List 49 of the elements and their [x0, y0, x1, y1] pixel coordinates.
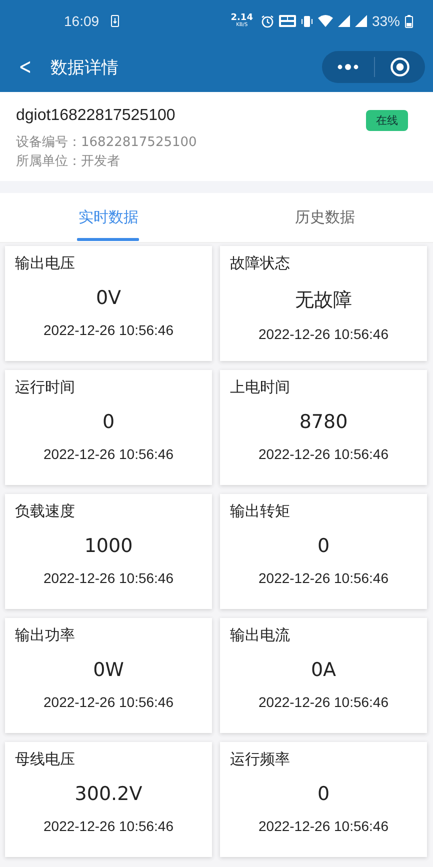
status-badge: 在线: [366, 110, 408, 131]
card-title: 故障状态: [230, 254, 291, 273]
card-timestamp: 2022-12-26 10:56:46: [42, 446, 174, 462]
card-timestamp: 2022-12-26 10:56:46: [258, 326, 390, 342]
tab[interactable]: 实时数据: [0, 193, 216, 242]
device-info-text: 设备编号：16822817525100: [16, 134, 198, 152]
wifi-icon: [318, 15, 333, 27]
card-timestamp: 2022-12-26 10:56:46: [258, 570, 390, 586]
card-value: 无故障: [294, 288, 353, 313]
card-value: 1000: [83, 535, 134, 557]
card-title: 运行时间: [15, 378, 76, 397]
card-title: 运行频率: [230, 750, 291, 769]
card-title: 上电时间: [230, 378, 291, 397]
card-timestamp: 2022-12-26 10:56:46: [258, 818, 390, 834]
card-title: 负载速度: [15, 502, 76, 521]
card-title: 母线电压: [15, 750, 76, 769]
card-timestamp: 2022-12-26 10:56:46: [42, 818, 174, 834]
tab[interactable]: 历史数据: [216, 193, 433, 242]
card-title: 输出功率: [15, 626, 76, 645]
battery-percent: 33%: [372, 13, 400, 29]
download-icon: [111, 15, 120, 27]
card-value: 0A: [310, 659, 338, 681]
card-title: 输出转矩: [230, 502, 291, 521]
card-value: 0: [316, 535, 331, 557]
card-value: 0W: [92, 659, 125, 681]
signal-icon: [354, 15, 367, 27]
card-timestamp: 2022-12-26 10:56:46: [258, 694, 390, 710]
card-value: 0: [316, 783, 331, 805]
network-speed: 2.14: [230, 14, 253, 23]
device-info-text: 所属单位：开发者: [16, 153, 121, 171]
alarm-icon: [260, 14, 274, 28]
card-title: 输出电流: [230, 626, 291, 645]
more-icon[interactable]: [337, 63, 360, 71]
status-time: 16:09: [64, 13, 100, 29]
page-title: 数据详情: [50, 56, 120, 78]
card-timestamp: 2022-12-26 10:56:46: [42, 694, 174, 710]
card-value: 0V: [94, 287, 122, 309]
device-name: dgiot16822817525100: [16, 106, 176, 124]
card-timestamp: 2022-12-26 10:56:46: [258, 446, 390, 462]
back-button[interactable]: <: [16, 54, 34, 80]
card-timestamp: 2022-12-26 10:56:46: [42, 570, 174, 586]
battery-icon: [405, 14, 413, 28]
vibrate-icon: [300, 14, 313, 28]
card-value: 8780: [298, 411, 349, 433]
signal-icon: [338, 15, 350, 27]
card-title: 输出电压: [15, 254, 76, 273]
card-timestamp: 2022-12-26 10:56:46: [42, 322, 174, 338]
card-value: 300.2V: [74, 783, 144, 805]
card-value: 0: [101, 411, 116, 433]
